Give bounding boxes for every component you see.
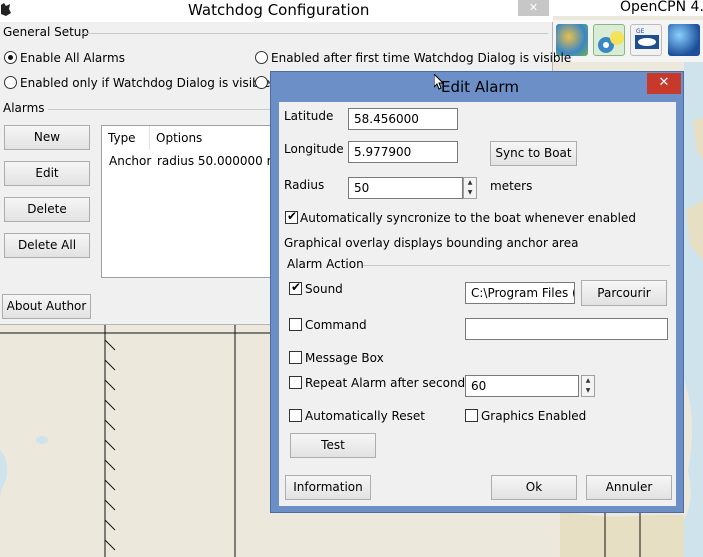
repeat-seconds-stepper[interactable]: ▲ ▼ [581,375,595,397]
table-row[interactable]: Anchor radius 50.000000 meters [102,151,272,171]
command-label[interactable]: Command [305,318,367,332]
edit-alarm-close-button[interactable]: ✕ [647,73,681,94]
sound-checkbox[interactable] [289,280,302,295]
command-checkbox[interactable] [289,318,302,331]
ok-button[interactable]: Ok [491,475,577,500]
alarms-label: Alarms [3,101,45,115]
sound-file-input[interactable]: C:\Program Files (x [465,282,575,304]
information-button[interactable]: Information [285,475,371,500]
radius-up-icon[interactable]: ▲ [464,178,476,188]
watchdog-close-button[interactable]: ✕ [518,0,549,16]
alarm-action-divider [363,265,670,266]
about-author-button[interactable]: About Author [2,294,91,319]
graphics-enabled-label[interactable]: Graphics Enabled [481,409,586,423]
watchdog-title-bar[interactable]: Watchdog Configuration ✕ [0,0,553,22]
new-alarm-button[interactable]: New [4,125,90,150]
message-box-label[interactable]: Message Box [305,351,384,365]
watchdog-plugin-icon[interactable] [593,24,625,56]
auto-sync-checkbox[interactable] [285,209,298,224]
radio-after-first-time-label[interactable]: Enabled after first time Watchdog Dialog… [271,51,571,65]
repeat-alarm-checkbox[interactable] [289,376,302,389]
radio-after-first-time[interactable] [255,51,268,64]
opencpn-toolbar: GE [553,20,703,62]
column-header-type[interactable]: Type [102,126,150,150]
radio-enable-all-label[interactable]: Enable All Alarms [20,51,125,65]
repeat-seconds-input[interactable]: 60 [465,375,579,397]
delete-alarm-button[interactable]: Delete [4,197,90,222]
radius-label: Radius [284,178,325,192]
edit-alarm-dialog: Edit Alarm ✕ Latitude 58.456000 Longitud… [270,71,684,513]
longitude-label: Longitude [284,142,344,156]
edit-alarm-button[interactable]: Edit [4,161,90,186]
message-box-checkbox[interactable] [289,351,302,364]
edit-alarm-body: Latitude 58.456000 Longitude 5.977900 Sy… [279,102,676,506]
auto-sync-label[interactable]: Automatically syncronize to the boat whe… [300,211,636,225]
graphics-enabled-checkbox[interactable] [465,409,478,422]
alarms-divider [48,109,270,110]
radius-down-icon[interactable]: ▼ [464,188,476,198]
latitude-label: Latitude [284,109,334,123]
browse-sound-button[interactable]: Parcourir [581,280,667,306]
radio-partially-hidden[interactable] [255,76,268,89]
radio-enable-all[interactable] [4,51,17,64]
radius-input[interactable]: 50 [348,177,463,199]
google-earth-icon[interactable] [668,24,700,56]
alarm-action-label: Alarm Action [287,257,364,271]
svg-text:GE: GE [636,28,645,35]
alarm-list[interactable]: Type Options Anchor radius 50.000000 met… [101,125,273,278]
repeat-alarm-label[interactable]: Repeat Alarm after seconds [305,376,471,390]
test-alarm-button[interactable]: Test [290,433,376,458]
repeat-down-icon[interactable]: ▼ [582,386,594,396]
radio-only-if-visible-label[interactable]: Enabled only if Watchdog Dialog is visib… [20,76,270,90]
watchdog-title: Watchdog Configuration [188,1,370,19]
auto-reset-label[interactable]: Automatically Reset [305,409,425,423]
delete-all-button[interactable]: Delete All [4,233,90,258]
longitude-input[interactable]: 5.977900 [348,141,458,163]
latitude-input[interactable]: 58.456000 [348,108,458,130]
alarm-type-cell: Anchor [109,154,152,168]
watchdog-app-icon [1,3,11,16]
radius-stepper[interactable]: ▲ ▼ [463,177,477,199]
ge-map-plugin-icon[interactable]: GE [630,24,662,56]
opencpn-title: OpenCPN 4.6 [620,0,703,15]
cancel-button[interactable]: Annuler [586,475,672,500]
general-setup-divider [80,33,548,34]
column-header-options[interactable]: Options [150,126,272,150]
general-setup-label: General Setup [3,25,90,39]
command-input[interactable] [465,318,668,340]
repeat-up-icon[interactable]: ▲ [582,376,594,386]
overlay-description: Graphical overlay displays bounding anch… [284,236,579,250]
sync-to-boat-button[interactable]: Sync to Boat [490,141,577,166]
alarm-options-cell: radius 50.000000 meters [157,154,272,168]
radius-unit-label: meters [490,179,533,193]
mouse-cursor-icon [434,74,444,90]
auto-reset-checkbox[interactable] [289,409,302,422]
radio-only-if-visible[interactable] [4,76,17,89]
edit-alarm-title: Edit Alarm [441,78,519,96]
sound-label[interactable]: Sound [305,282,343,296]
